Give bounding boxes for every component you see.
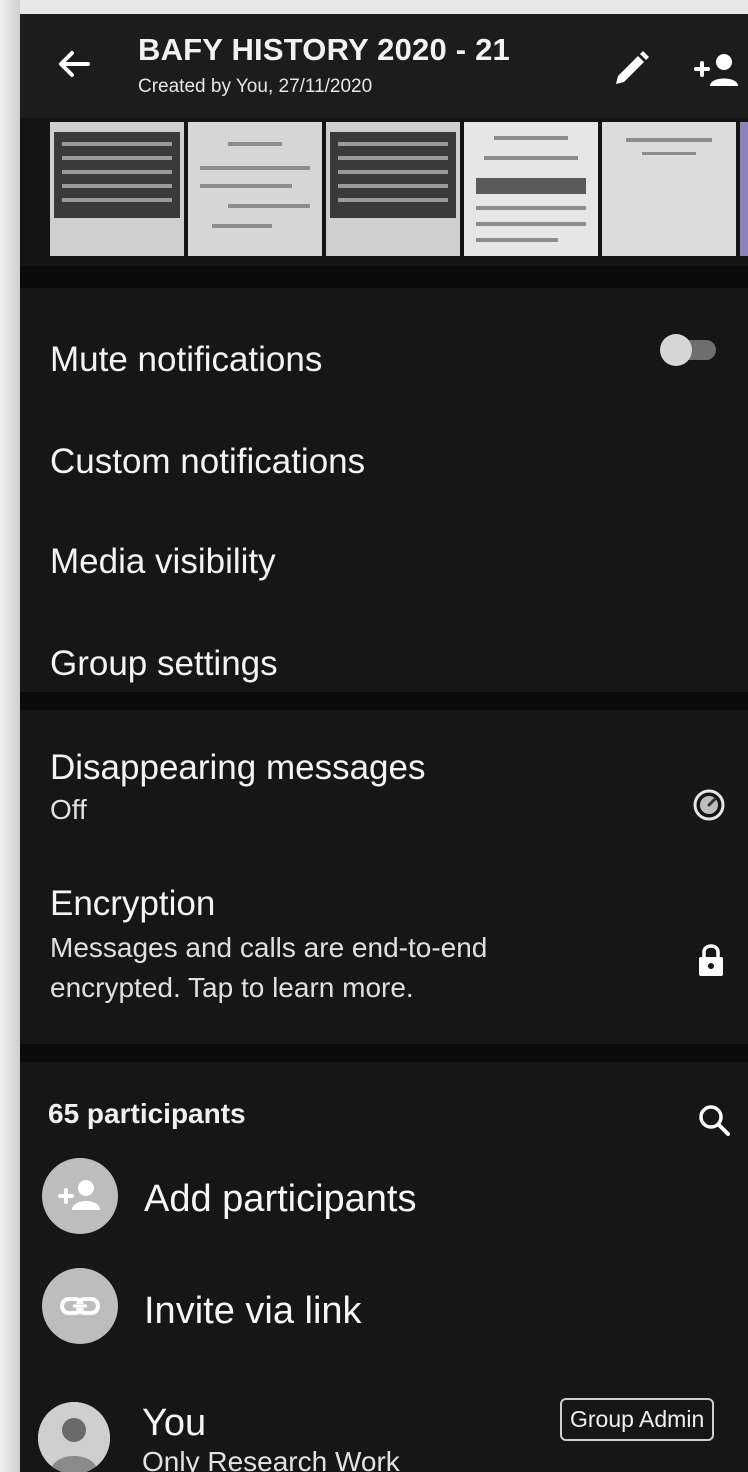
invite-link-avatar[interactable]: [42, 1268, 118, 1344]
section-divider: [20, 1044, 748, 1062]
add-person-icon[interactable]: [692, 50, 742, 90]
group-subtitle: Created by You, 27/11/2020: [138, 76, 373, 97]
group-settings-label[interactable]: Group settings: [50, 644, 278, 684]
group-admin-badge: Group Admin: [560, 1398, 715, 1441]
back-arrow-icon[interactable]: [54, 44, 94, 84]
profile-photo-icon: [38, 1402, 110, 1472]
invite-via-link-button[interactable]: Invite via link: [144, 1290, 362, 1333]
media-strip[interactable]: [48, 120, 748, 264]
media-thumbnail[interactable]: [740, 122, 748, 256]
media-thumbnail[interactable]: [50, 122, 184, 256]
settings-section: Mute notifications Custom notifications …: [20, 288, 748, 692]
pencil-icon[interactable]: [610, 48, 652, 90]
mute-notifications-toggle[interactable]: [660, 332, 720, 366]
section-divider: [20, 266, 748, 288]
media-thumbnail[interactable]: [602, 122, 736, 256]
encryption-line-1: Messages and calls are end-to-end: [50, 932, 488, 963]
add-participants-avatar[interactable]: [42, 1158, 118, 1234]
member-status: Only Research Work: [142, 1446, 400, 1472]
lock-icon: [699, 944, 723, 976]
group-title[interactable]: BAFY HISTORY 2020 - 21: [138, 32, 510, 68]
media-thumbnail[interactable]: [188, 122, 322, 256]
custom-notifications-label[interactable]: Custom notifications: [50, 442, 365, 482]
encryption-label[interactable]: Encryption: [50, 884, 215, 924]
media-thumbnail[interactable]: [464, 122, 598, 256]
paper-left-edge: [0, 0, 20, 1472]
group-info-screen: BAFY HISTORY 2020 - 21 Created by You, 2…: [20, 14, 748, 1472]
link-icon: [60, 1297, 100, 1315]
add-participants-button[interactable]: Add participants: [144, 1178, 417, 1221]
participants-count: 65 participants: [48, 1098, 246, 1129]
search-icon[interactable]: [696, 1102, 732, 1138]
avatar[interactable]: [38, 1402, 110, 1472]
mute-notifications-label[interactable]: Mute notifications: [50, 340, 322, 380]
section-divider: [20, 692, 748, 710]
privacy-section: Disappearing messages Off Encryption Mes…: [20, 710, 748, 1044]
member-name[interactable]: You: [142, 1402, 206, 1445]
media-visibility-label[interactable]: Media visibility: [50, 542, 276, 582]
disappearing-messages-value: Off: [50, 794, 87, 825]
disappearing-messages-label[interactable]: Disappearing messages: [50, 748, 425, 788]
timer-icon: [693, 789, 725, 821]
app-bar: BAFY HISTORY 2020 - 21 Created by You, 2…: [20, 14, 748, 118]
media-thumbnail[interactable]: [326, 122, 460, 256]
paper-top-edge: [0, 0, 748, 14]
encryption-line-2: encrypted. Tap to learn more.: [50, 972, 414, 1003]
add-person-icon: [58, 1180, 100, 1210]
